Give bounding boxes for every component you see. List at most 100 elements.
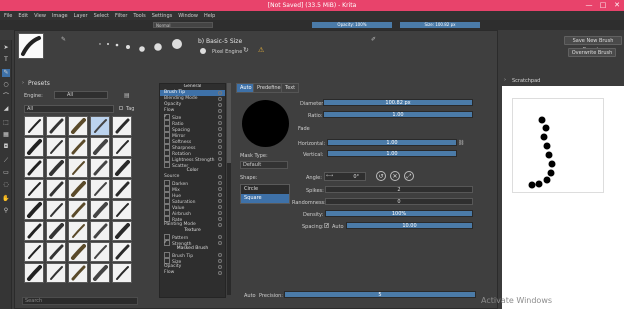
preset-swatch[interactable] xyxy=(112,242,132,262)
measure-tool-icon[interactable]: ⟋ xyxy=(2,157,10,165)
preset-swatch[interactable] xyxy=(46,158,66,178)
diameter-slider[interactable]: 100.82 px xyxy=(323,99,473,106)
gradient-tool-icon[interactable]: ▦ xyxy=(2,131,10,139)
rect-select-icon[interactable]: ▭ xyxy=(2,169,10,177)
preset-swatch[interactable] xyxy=(24,221,44,241)
engine-filter-select[interactable]: All xyxy=(54,91,108,99)
preset-swatch[interactable] xyxy=(24,158,44,178)
tag-checkbox[interactable] xyxy=(119,106,123,110)
preset-swatch[interactable] xyxy=(68,263,88,283)
preset-swatch[interactable] xyxy=(46,179,66,199)
select-tool-icon[interactable]: ➤ xyxy=(2,44,10,52)
scratchpad-canvas[interactable] xyxy=(502,86,624,309)
preset-swatch[interactable] xyxy=(46,200,66,220)
preset-swatch[interactable] xyxy=(68,116,88,136)
rotate-left-icon[interactable]: ↺ xyxy=(376,171,386,181)
preset-swatch[interactable] xyxy=(24,116,44,136)
menu-view[interactable]: View xyxy=(34,13,46,19)
preset-swatch[interactable] xyxy=(112,116,132,136)
text-tool-icon[interactable]: T xyxy=(2,56,10,64)
view-mode-icon[interactable]: ▤ xyxy=(124,92,130,99)
option-item[interactable]: Flow xyxy=(160,270,225,276)
blend-mode-select[interactable]: Normal xyxy=(153,22,213,28)
zoom-tool-icon[interactable]: ⚲ xyxy=(2,207,10,215)
menu-edit[interactable]: Edit xyxy=(18,13,28,19)
flip-icon[interactable]: ✕ xyxy=(390,171,400,181)
preset-swatch[interactable] xyxy=(90,242,110,262)
preset-swatch[interactable] xyxy=(112,158,132,178)
preset-swatch[interactable] xyxy=(24,137,44,157)
link-fade-icon[interactable]: ⛓ xyxy=(458,140,464,146)
maximize-button[interactable]: □ xyxy=(596,0,610,11)
preset-swatch[interactable] xyxy=(90,221,110,241)
menu-layer[interactable]: Layer xyxy=(74,13,88,19)
menu-file[interactable]: File xyxy=(4,13,12,19)
path-tool-icon[interactable]: ⌒ xyxy=(2,93,10,101)
menu-filter[interactable]: Filter xyxy=(115,13,127,19)
preset-swatch[interactable] xyxy=(90,137,110,157)
preset-swatch[interactable] xyxy=(68,200,88,220)
save-new-preset-button[interactable]: Save New Brush Preset... xyxy=(564,36,622,53)
preset-swatch[interactable] xyxy=(24,242,44,262)
preset-swatch[interactable] xyxy=(90,263,110,283)
precision-slider[interactable]: 5 xyxy=(284,291,476,298)
preset-swatch[interactable] xyxy=(68,221,88,241)
vertical-slider[interactable]: 1.00 xyxy=(327,150,457,157)
preset-swatch[interactable] xyxy=(46,137,66,157)
brush-tool-icon[interactable]: ✎ xyxy=(2,69,10,77)
mask-type-select[interactable]: Default xyxy=(240,161,288,169)
density-slider[interactable]: 100% xyxy=(325,210,473,217)
eraser-mode-icon[interactable]: ✐ xyxy=(371,36,376,43)
preset-swatch[interactable] xyxy=(46,263,66,283)
tag-filter-select[interactable]: All xyxy=(24,105,114,113)
preset-swatch[interactable] xyxy=(24,263,44,283)
spacing-auto-checkbox[interactable]: ✓ xyxy=(324,223,329,229)
preset-swatch[interactable] xyxy=(112,179,132,199)
preset-swatch[interactable] xyxy=(68,242,88,262)
preset-swatch[interactable] xyxy=(112,137,132,157)
spacing-slider[interactable]: 10.00 xyxy=(346,222,473,229)
preset-swatch[interactable] xyxy=(112,221,132,241)
pan-tool-icon[interactable]: ✋ xyxy=(2,195,10,203)
preset-swatch[interactable] xyxy=(46,116,66,136)
preset-swatch[interactable] xyxy=(46,221,66,241)
preset-swatch[interactable] xyxy=(90,200,110,220)
scratchpad-expand-icon[interactable]: › xyxy=(504,77,506,83)
menu-image[interactable]: Image xyxy=(52,13,68,19)
close-button[interactable]: ✕ xyxy=(610,0,624,11)
reload-icon[interactable]: ↻ xyxy=(243,46,249,54)
opacity-slider[interactable]: Opacity: 100% xyxy=(312,22,392,28)
menu-select[interactable]: Select xyxy=(94,13,109,19)
menu-window[interactable]: Window xyxy=(178,13,198,19)
menu-help[interactable]: Help xyxy=(204,13,215,19)
fill-tool-icon[interactable]: ◘ xyxy=(2,143,10,151)
preset-swatch[interactable] xyxy=(24,179,44,199)
preset-search-input[interactable]: Search xyxy=(22,297,138,305)
eraser-tool-icon[interactable]: ◢ xyxy=(2,105,10,113)
options-scrollbar[interactable] xyxy=(227,83,231,295)
rotate-right-icon[interactable]: ⤢ xyxy=(404,171,414,181)
freehand-select-icon[interactable]: ◌ xyxy=(2,181,10,189)
shape-option-square[interactable]: Square xyxy=(241,194,289,203)
preset-swatch[interactable] xyxy=(90,179,110,199)
preset-swatch[interactable] xyxy=(112,200,132,220)
spikes-spinbox[interactable]: 2 xyxy=(325,186,473,193)
preset-swatch[interactable] xyxy=(90,116,110,136)
menu-settings[interactable]: Settings xyxy=(152,13,173,19)
preset-swatch[interactable] xyxy=(68,158,88,178)
preset-swatch[interactable] xyxy=(46,242,66,262)
preset-swatch[interactable] xyxy=(112,263,132,283)
preset-swatch[interactable] xyxy=(24,200,44,220)
preset-swatch[interactable] xyxy=(68,137,88,157)
horizontal-slider[interactable]: 1.00 xyxy=(327,139,457,146)
presets-expand-icon[interactable]: › xyxy=(22,80,24,86)
preset-swatch[interactable] xyxy=(90,158,110,178)
transform-tool-icon[interactable]: ⬚ xyxy=(2,119,10,127)
randomness-slider[interactable]: 0 xyxy=(325,198,473,205)
shape-dropdown[interactable]: Circle Square xyxy=(240,184,290,204)
tab-text[interactable]: Text xyxy=(281,83,300,93)
ellipse-tool-icon[interactable]: ○ xyxy=(2,81,10,89)
shape-option-circle[interactable]: Circle xyxy=(241,185,289,194)
angle-dial-icon[interactable]: ⟷ xyxy=(326,173,333,179)
ratio-slider[interactable]: 1.00 xyxy=(323,111,473,118)
